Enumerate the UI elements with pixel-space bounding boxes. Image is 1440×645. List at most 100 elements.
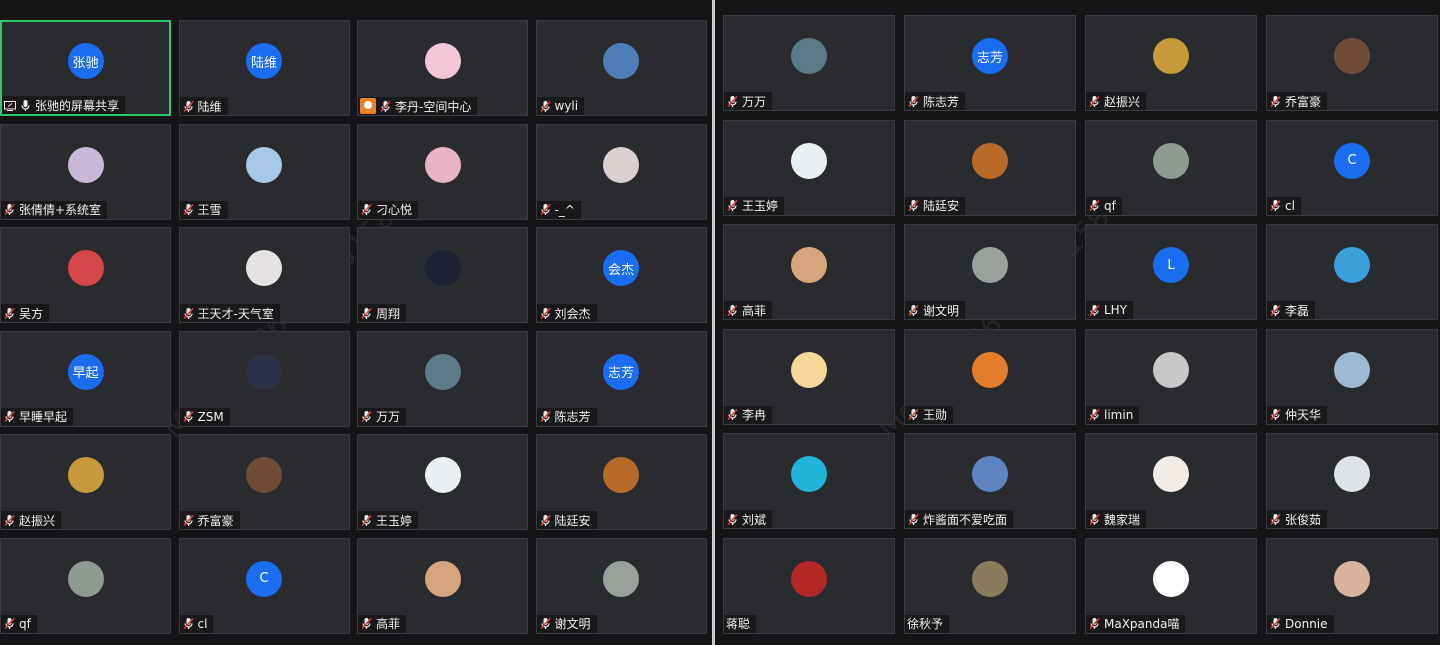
participant-tile[interactable]: 陆廷安 [535, 434, 707, 530]
participant-tile[interactable]: -_^ [535, 123, 707, 220]
participant-tile[interactable]: 徐秋予 [904, 537, 1076, 634]
participant-tile[interactable]: 万万 [723, 15, 895, 111]
participant-tile[interactable]: 高菲 [723, 224, 895, 320]
participant-name: cl [197, 616, 208, 631]
participant-tile[interactable]: Ccl [1266, 119, 1438, 216]
participant-tile[interactable]: 蒋聪 [723, 537, 895, 634]
participant-name: 王玉婷 [376, 513, 413, 528]
microphone-icon [19, 99, 32, 112]
participant-name: 谢文明 [554, 617, 591, 631]
participant-tile[interactable]: qf [1085, 119, 1257, 216]
participant-avatar [424, 146, 461, 183]
microphone-muted-icon [1088, 199, 1101, 212]
participant-tile[interactable]: 张驰 张驰的屏幕共享 [0, 20, 171, 116]
participant-tile[interactable]: 乔富豪 [178, 434, 350, 530]
microphone-muted-icon [1269, 408, 1282, 421]
participant-avatar [1334, 560, 1370, 597]
participant-tile[interactable]: wyli [535, 20, 707, 116]
participant-tile[interactable]: 仲天华 [1266, 328, 1438, 425]
participant-name: 王天才-天气室 [197, 306, 274, 321]
participant-avatar [791, 560, 827, 597]
participant-tile[interactable]: Ccl [178, 537, 350, 634]
microphone-muted-icon [539, 410, 552, 423]
participant-avatar [1153, 560, 1189, 597]
participant-nameplate: 周翔 [358, 304, 407, 322]
participant-avatar [603, 560, 639, 597]
participant-avatar [246, 457, 282, 493]
participant-name: LHY [1104, 303, 1128, 317]
microphone-muted-icon [907, 408, 920, 421]
participant-avatar [1153, 142, 1189, 179]
participant-avatar [1334, 247, 1370, 283]
participant-tile[interactable]: 万万 [357, 330, 528, 427]
participant-tile[interactable]: 陆廷安 [904, 119, 1076, 216]
participant-name: 谢文明 [923, 303, 960, 318]
participant-avatar [603, 43, 639, 79]
participant-tile[interactable]: 王天才-天气室 [178, 227, 350, 323]
participant-name: 王玉婷 [742, 199, 779, 213]
participant-tile[interactable]: 张倩倩+系统室 [0, 123, 171, 220]
participant-tile[interactable]: 早起 早睡早起 [0, 330, 171, 427]
participant-nameplate: 万万 [358, 407, 407, 426]
microphone-muted-icon [360, 617, 373, 630]
participant-tile[interactable]: qf [0, 537, 171, 634]
participant-avatar [246, 146, 282, 183]
participant-avatar [972, 142, 1008, 179]
participant-tile[interactable]: 张俊茹 [1266, 433, 1438, 529]
participant-tile[interactable]: 李磊 [1266, 224, 1438, 320]
participant-nameplate: 刘会杰 [536, 304, 597, 322]
participant-tile[interactable]: 乔富豪 [1266, 15, 1438, 111]
participant-name: cl [1285, 198, 1295, 213]
participant-nameplate: cl [179, 614, 214, 633]
participant-avatar: 早起 [67, 353, 104, 390]
participant-tile[interactable]: 刘斌 [723, 433, 895, 529]
participant-tile[interactable]: 周翔 [357, 227, 528, 323]
microphone-muted-icon [360, 203, 373, 216]
participant-tile[interactable]: Donnie [1266, 537, 1438, 634]
participant-tile[interactable]: MaXpanda喵 [1085, 537, 1257, 634]
participant-tile[interactable]: 赵振兴 [0, 434, 171, 530]
participant-nameplate: 王雪 [179, 200, 228, 219]
participant-tile[interactable]: 李冉 [723, 328, 895, 425]
participant-tile[interactable]: 刁心悦 [357, 123, 528, 220]
participant-tile[interactable]: 魏家瑞 [1085, 433, 1257, 529]
microphone-muted-icon [182, 203, 195, 216]
participant-name: ZSM [197, 409, 224, 424]
participant-nameplate: 赵振兴 [1086, 92, 1147, 110]
participant-nameplate: 陈志芳 [905, 92, 966, 110]
microphone-muted-icon [3, 307, 16, 320]
participant-tile[interactable]: ZSM [178, 330, 350, 427]
participant-tile[interactable]: 王雪 [178, 123, 350, 220]
participant-tile[interactable]: 赵振兴 [1085, 15, 1257, 111]
participant-tile[interactable]: 吴方 [0, 227, 171, 323]
participant-name: 李磊 [1285, 303, 1310, 318]
participant-name: 陆廷安 [923, 199, 960, 213]
participant-tile[interactable]: 炸酱面不爱吃面 [904, 433, 1076, 529]
participant-tile[interactable]: 谢文明 [904, 224, 1076, 320]
participant-avatar [67, 457, 104, 493]
participant-name: 赵振兴 [19, 513, 56, 528]
participant-name: 刘斌 [742, 512, 767, 527]
participant-tile[interactable]: 谢文明 [535, 537, 707, 634]
participant-avatar [791, 38, 827, 74]
participant-tile[interactable]: 王玉婷 [723, 119, 895, 216]
participant-avatar [424, 250, 461, 286]
microphone-muted-icon [726, 408, 739, 421]
participant-avatar [972, 456, 1008, 492]
participant-tile[interactable]: L LHY [1085, 224, 1257, 320]
participant-tile[interactable]: 李丹-空间中心 [357, 20, 528, 116]
participant-tile[interactable]: 志芳 陈志芳 [535, 330, 707, 427]
participant-avatar [1153, 351, 1189, 388]
participant-tile[interactable]: 志芳 陈志芳 [904, 15, 1076, 111]
participant-tile[interactable]: limin [1085, 328, 1257, 425]
participant-tile[interactable]: 王玉婷 [357, 434, 528, 530]
participant-tile[interactable]: 高菲 [357, 537, 528, 634]
participant-avatar: 会杰 [603, 250, 639, 286]
participant-avatar [791, 456, 827, 492]
participant-tile[interactable]: 会杰 刘会杰 [535, 227, 707, 323]
microphone-muted-icon [1269, 617, 1282, 630]
participant-nameplate: 徐秋予 [905, 614, 950, 633]
participant-tile[interactable]: 王勋 [904, 328, 1076, 425]
participant-avatar [972, 351, 1008, 388]
participant-tile[interactable]: 陆维 陆维 [178, 20, 350, 116]
